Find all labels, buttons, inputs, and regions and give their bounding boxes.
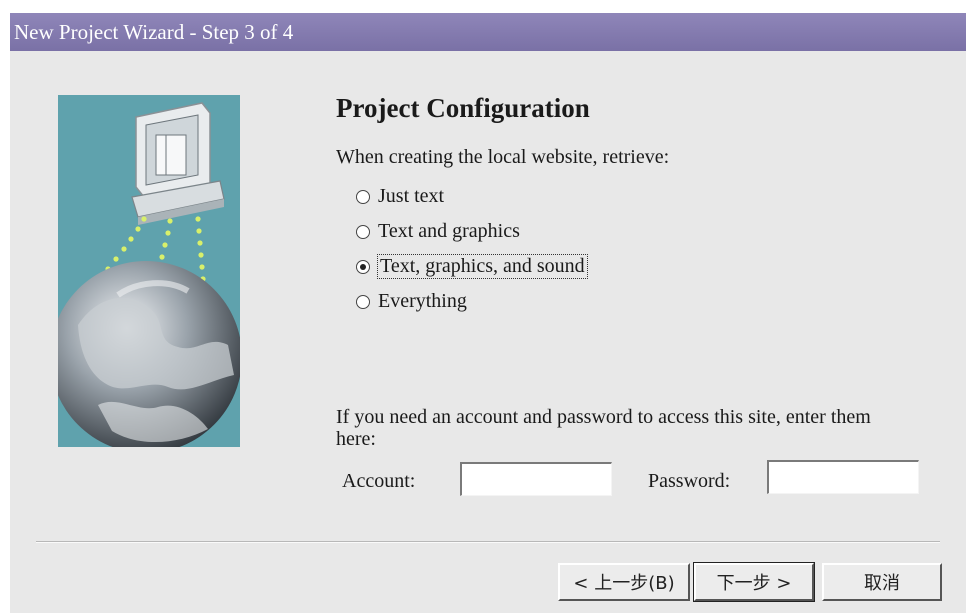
account-label: Account: bbox=[342, 470, 416, 492]
radio-just-text[interactable]: Just text bbox=[356, 179, 587, 214]
password-label: Password: bbox=[648, 470, 731, 492]
globe-icon bbox=[58, 261, 240, 447]
radio-button-icon[interactable] bbox=[356, 189, 370, 204]
password-input[interactable] bbox=[767, 460, 919, 494]
radio-button-selected-icon[interactable] bbox=[356, 259, 370, 274]
account-input[interactable] bbox=[460, 462, 612, 496]
window-title: New Project Wizard - Step 3 of 4 bbox=[10, 13, 966, 51]
retrieve-prompt: When creating the local website, retriev… bbox=[336, 146, 670, 168]
page-heading: Project Configuration bbox=[336, 93, 590, 123]
button-separator bbox=[36, 541, 940, 543]
radio-label: Everything bbox=[378, 290, 467, 312]
illustration-svg bbox=[58, 102, 240, 447]
back-button[interactable]: < 上一步(B) bbox=[558, 563, 690, 601]
computer-icon bbox=[131, 102, 225, 225]
computer-globe-illustration-icon bbox=[58, 95, 240, 447]
retrieve-option-group: Just text Text and graphics Text, graphi… bbox=[356, 179, 588, 319]
cancel-button[interactable]: 取消 bbox=[822, 563, 942, 601]
radio-text-graphics-sound[interactable]: Text, graphics, and sound bbox=[356, 249, 588, 284]
radio-label: Text, graphics, and sound bbox=[377, 254, 588, 279]
wizard-dialog: New Project Wizard - Step 3 of 4 Project… bbox=[10, 13, 966, 613]
radio-button-icon[interactable] bbox=[356, 294, 370, 309]
radio-button-icon[interactable] bbox=[356, 224, 370, 239]
radio-label: Just text bbox=[378, 185, 445, 207]
radio-text-and-graphics[interactable]: Text and graphics bbox=[356, 214, 587, 249]
radio-everything[interactable]: Everything bbox=[356, 284, 587, 319]
next-button[interactable]: 下一步 > bbox=[693, 562, 815, 602]
account-instructions: If you need an account and password to a… bbox=[336, 406, 871, 450]
radio-label: Text and graphics bbox=[378, 220, 520, 242]
